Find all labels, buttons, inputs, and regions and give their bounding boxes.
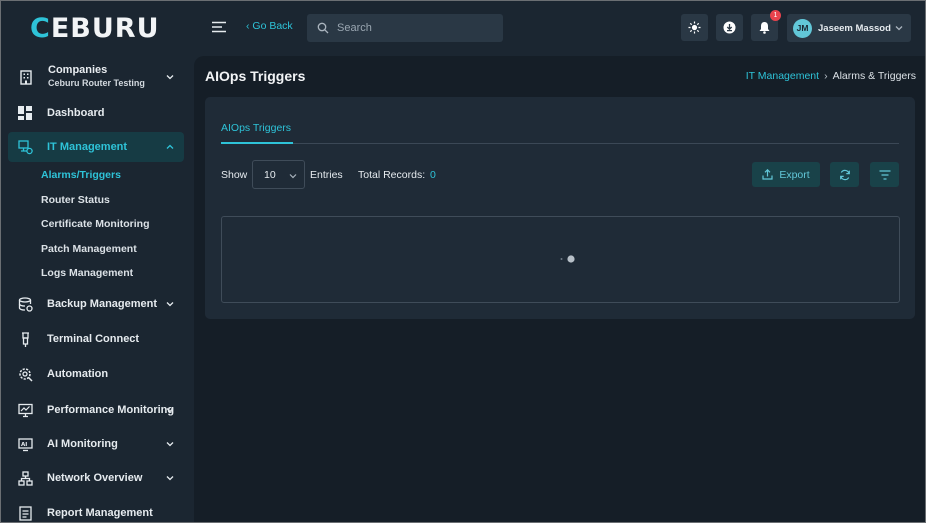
download-icon: [723, 21, 736, 34]
it-management-icon: [17, 139, 33, 155]
sidebar-item-label: Terminal Connect: [47, 333, 140, 345]
sidebar-item-label: Network Overview: [47, 472, 143, 484]
terminal-icon: [17, 331, 33, 347]
sidebar-item-label: IT Management: [47, 141, 128, 153]
sidebar-subitem-certificate-monitoring[interactable]: Certificate Monitoring: [41, 218, 150, 230]
download-button[interactable]: [716, 14, 743, 41]
dashboard-icon: [17, 105, 33, 121]
export-label: Export: [779, 168, 810, 181]
chevron-down-icon: [166, 408, 174, 413]
app-logo[interactable]: CEBURU: [30, 12, 160, 44]
sidebar-item-network-overview[interactable]: Network Overview: [8, 463, 184, 493]
notification-count-badge: 1: [770, 10, 781, 21]
sun-icon: [688, 21, 701, 34]
total-records-value: 0: [430, 169, 436, 181]
entries-value: 10: [264, 168, 276, 181]
user-name: Jaseem Massod: [818, 22, 891, 34]
go-back-link[interactable]: ‹ Go Back: [246, 20, 293, 32]
show-label: Show: [221, 169, 248, 181]
sidebar-subitem-alarms-triggers[interactable]: Alarms/Triggers: [41, 169, 121, 181]
sidebar-item-label: AI Monitoring: [47, 438, 118, 450]
search-icon: [317, 22, 329, 34]
monitor-chart-icon: [17, 402, 33, 418]
filter-button[interactable]: [870, 162, 899, 187]
sidebar-item-label: Backup Management: [47, 298, 158, 310]
network-icon: [17, 470, 33, 486]
company-selector[interactable]: Companies Ceburu Router Testing: [8, 60, 188, 94]
sidebar-subitem-logs-management[interactable]: Logs Management: [41, 267, 133, 279]
sidebar-item-label: Report Management: [47, 507, 153, 519]
logo-text: CEBURU: [30, 12, 160, 44]
sidebar-item-label: Dashboard: [47, 107, 105, 119]
export-button[interactable]: Export: [752, 162, 820, 187]
building-icon: [20, 70, 32, 85]
triggers-table: [221, 216, 900, 303]
sidebar-item-ai-monitoring[interactable]: AI AI Monitoring: [8, 429, 184, 459]
loading-spinner-icon: [560, 255, 575, 263]
chevron-down-icon: [166, 302, 174, 307]
menu-toggle-icon[interactable]: [212, 21, 226, 33]
sidebar-item-report-management[interactable]: Report Management: [8, 498, 184, 523]
svg-text:AI: AI: [21, 442, 27, 448]
chevron-down-icon: [166, 75, 174, 80]
upload-icon: [762, 169, 773, 180]
sidebar-item-dashboard[interactable]: Dashboard: [8, 98, 184, 128]
breadcrumb-link-it-management[interactable]: IT Management: [746, 70, 819, 82]
main-content: AIOps Triggers IT Management › Alarms & …: [194, 56, 926, 523]
search-box[interactable]: [307, 14, 503, 42]
database-icon: [17, 296, 33, 312]
sidebar-item-terminal-connect[interactable]: Terminal Connect: [8, 324, 184, 354]
search-input[interactable]: [337, 22, 487, 34]
tab-divider: [221, 143, 899, 144]
sidebar-item-automation[interactable]: Automation: [8, 359, 184, 389]
breadcrumb-current: Alarms & Triggers: [832, 70, 916, 82]
user-menu[interactable]: JM Jaseem Massod: [787, 14, 911, 42]
ai-monitor-icon: AI: [17, 436, 33, 452]
entries-label: Entries: [310, 169, 343, 181]
chevron-down-icon: [895, 26, 903, 31]
sidebar-subitem-patch-management[interactable]: Patch Management: [41, 243, 137, 255]
bell-icon: [759, 22, 770, 34]
sidebar-item-it-management[interactable]: IT Management: [8, 132, 184, 162]
sidebar-item-performance-monitoring[interactable]: Performance Monitoring: [8, 395, 184, 425]
report-icon: [17, 505, 33, 521]
triggers-card: AIOps Triggers Show 10 Entries Total Rec…: [205, 97, 915, 319]
refresh-button[interactable]: [830, 162, 859, 187]
filter-icon: [879, 169, 890, 180]
sidebar-item-label: Automation: [47, 368, 109, 380]
sidebar-subitem-router-status[interactable]: Router Status: [41, 194, 110, 206]
company-name: Ceburu Router Testing: [48, 78, 145, 88]
topbar: ‹ Go Back 1 JM Jaseem Massod: [194, 0, 926, 56]
chevron-down-icon: [289, 174, 297, 179]
theme-toggle-button[interactable]: [681, 14, 708, 41]
notifications-button[interactable]: 1: [751, 10, 781, 41]
chevron-up-icon: [166, 144, 174, 149]
sidebar: CEBURU Companies Ceburu Router Testing D…: [0, 0, 194, 523]
automation-icon: [17, 366, 33, 382]
avatar: JM: [793, 18, 812, 38]
page-title: AIOps Triggers: [205, 68, 306, 84]
breadcrumb-separator: ›: [824, 70, 828, 82]
tab-aiops-triggers[interactable]: AIOps Triggers: [221, 122, 291, 134]
company-label: Companies: [48, 64, 108, 76]
refresh-icon: [839, 169, 850, 180]
chevron-down-icon: [166, 476, 174, 481]
active-tab-indicator: [221, 142, 293, 144]
total-records-label: Total Records:: [358, 169, 426, 181]
sidebar-item-label: Performance Monitoring: [47, 404, 175, 416]
chevron-down-icon: [166, 442, 174, 447]
sidebar-item-backup-management[interactable]: Backup Management: [8, 289, 184, 319]
entries-per-page-select[interactable]: 10: [252, 160, 305, 189]
breadcrumb: IT Management › Alarms & Triggers: [746, 70, 916, 82]
